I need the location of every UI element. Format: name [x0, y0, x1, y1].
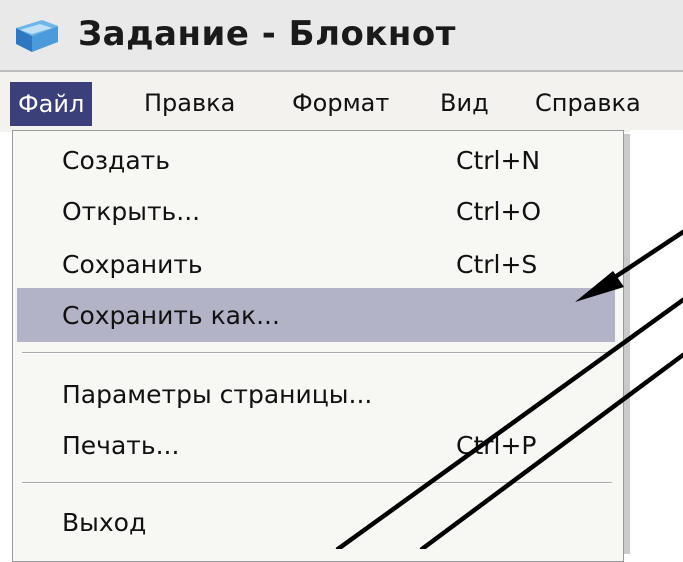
- window-title: Задание - Блокнот: [78, 14, 456, 54]
- menu-item-label: Сохранить: [62, 250, 203, 279]
- menu-separator: [22, 482, 612, 484]
- menu-item-label: Печать...: [62, 431, 180, 460]
- notepad-icon: [16, 20, 58, 52]
- menu-separator: [22, 352, 612, 354]
- menu-item-label: Выход: [62, 508, 147, 537]
- text-editor-area[interactable]: [630, 130, 683, 549]
- menu-item-label: Создать: [62, 146, 170, 175]
- menu-edit[interactable]: Правка: [144, 80, 235, 126]
- menu-item-shortcut: Ctrl+O: [456, 197, 542, 226]
- menu-item-shortcut: Ctrl+S: [456, 250, 538, 279]
- menu-item-label: Сохранить как...: [62, 301, 280, 330]
- menu-format[interactable]: Формат: [292, 80, 389, 126]
- menu-item-label: Открыть...: [62, 197, 201, 226]
- menu-help[interactable]: Справка: [535, 80, 641, 126]
- menu-bar: Файл Правка Формат Вид Справка: [0, 70, 683, 132]
- title-bar: Задание - Блокнот: [0, 0, 683, 70]
- file-dropdown-menu: [12, 130, 624, 562]
- menu-item-label: Параметры страницы...: [62, 380, 373, 409]
- menu-file[interactable]: Файл: [10, 82, 93, 126]
- menu-item-shortcut: Ctrl+P: [456, 431, 537, 460]
- menu-item-shortcut: Ctrl+N: [456, 146, 541, 175]
- menu-view[interactable]: Вид: [440, 80, 489, 126]
